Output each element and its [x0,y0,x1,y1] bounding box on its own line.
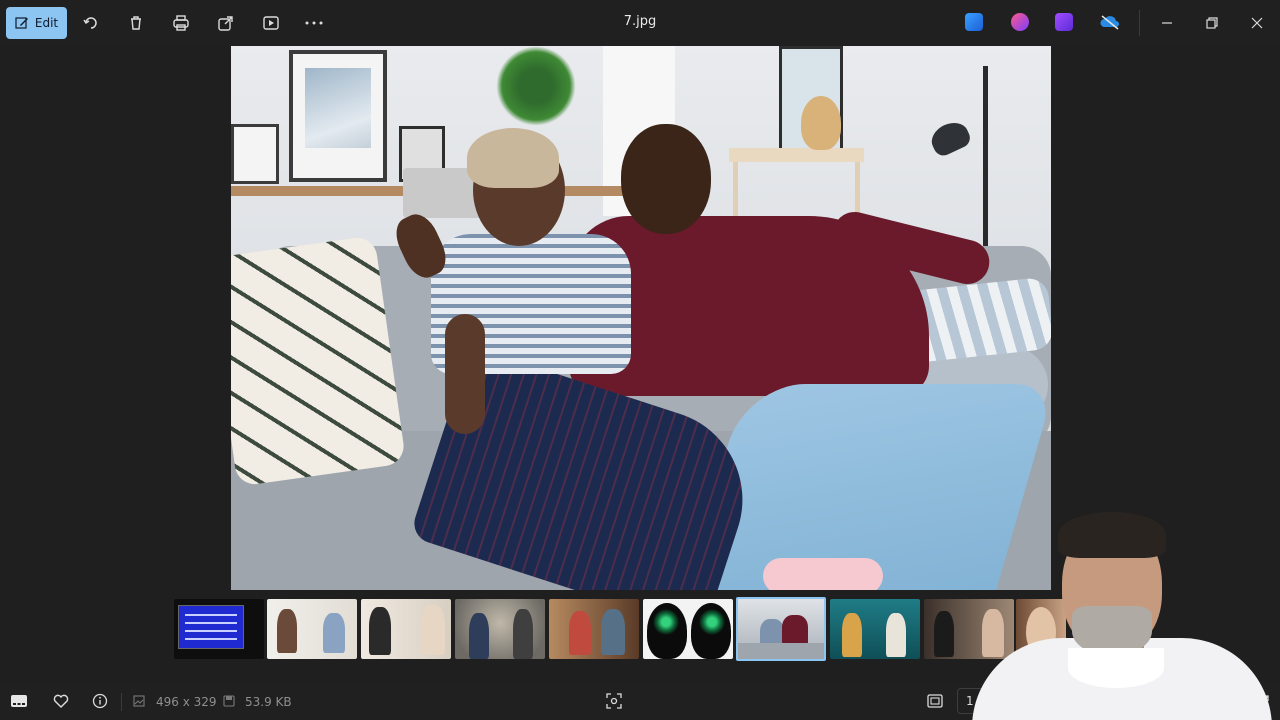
slideshow-button[interactable] [255,7,287,39]
edit-button[interactable]: Edit [6,7,67,39]
fit-to-window-icon [927,694,943,708]
thumbnail-5[interactable] [549,599,639,659]
restore-icon [1206,17,1218,29]
heart-icon [53,694,69,708]
copilot-app-icon[interactable] [1011,13,1029,31]
dimensions-icon [132,692,146,710]
print-icon [173,15,189,31]
restore-button[interactable] [1197,8,1227,38]
more-button[interactable] [298,7,330,39]
status-divider [121,693,122,711]
webcam-overlay [972,508,1280,720]
photo-editor-app-icon[interactable] [965,13,983,31]
photo-shoe [763,558,883,590]
webcam-person-collar [1068,648,1164,688]
fit-to-window-button[interactable] [926,692,944,710]
photo-plant [496,46,576,126]
share-icon [218,16,233,31]
thumbnail-2[interactable] [267,599,357,659]
file-size: 53.9 KB [245,695,292,709]
photo-vase [801,96,841,150]
photo-lamp [983,66,988,256]
file-name-title: 7.jpg [623,14,657,29]
filmstrip-toggle-icon [11,695,27,707]
thumbnail-3[interactable] [361,599,451,659]
edit-icon [15,17,28,29]
window-controls-divider [1139,10,1140,36]
visual-search-icon [606,693,622,709]
print-button[interactable] [165,7,197,39]
photo-wall-frame [289,50,387,182]
top-toolbar: Edit 7.jpg [0,0,1280,46]
info-icon [92,693,108,709]
thumbnail-1[interactable] [174,599,264,659]
main-photo[interactable] [231,46,1051,590]
edit-label: Edit [34,16,59,30]
thumbnail-6[interactable] [643,599,733,659]
close-icon [1251,17,1263,29]
visual-search-button[interactable] [605,692,623,710]
photo-wall-frame [231,124,279,184]
more-icon [305,21,323,25]
rotate-icon [83,17,97,29]
minimize-icon [1162,22,1172,24]
clipchamp-app-icon[interactable] [1055,13,1073,31]
minimize-button[interactable] [1152,8,1182,38]
thumbnail-4[interactable] [455,599,545,659]
rotate-button[interactable] [75,7,107,39]
image-dimensions: 496 x 329 [156,695,217,709]
delete-icon [131,16,141,30]
photo-lamp-head [926,117,974,159]
photo-woman-hair [467,128,559,188]
favorite-button[interactable] [52,692,70,710]
share-button[interactable] [210,7,242,39]
filmstrip [172,596,1068,664]
thumbnail-7[interactable] [736,597,826,661]
file-size-icon [222,692,236,710]
webcam-person-hair [1058,512,1166,558]
photo-table-leg [733,162,738,222]
onedrive-app-icon[interactable] [1099,13,1121,31]
slideshow-icon [263,16,279,30]
photo-man-head [621,124,711,234]
filmstrip-toggle-button[interactable] [10,692,28,710]
close-button[interactable] [1242,8,1272,38]
photo-woman-arm [445,314,485,434]
delete-button[interactable] [120,7,152,39]
thumbnail-8[interactable] [830,599,920,659]
file-info-button[interactable] [91,692,109,710]
photo-side-table [729,148,864,162]
